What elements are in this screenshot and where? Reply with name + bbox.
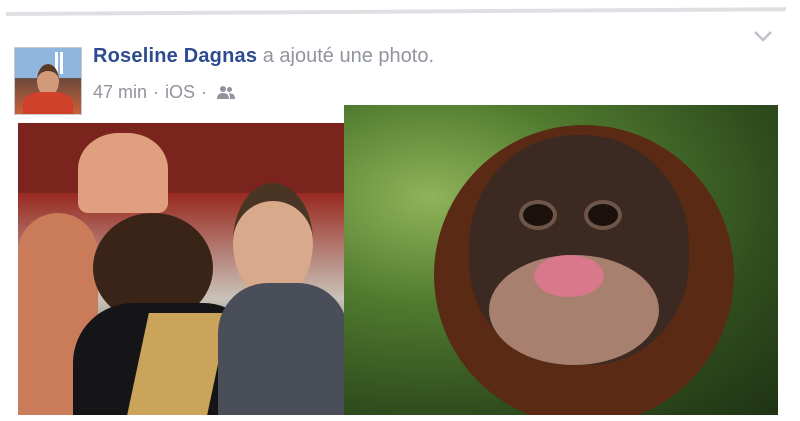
card-top-border bbox=[6, 7, 787, 16]
photo-background-benches bbox=[18, 123, 348, 193]
meta-separator: · bbox=[153, 82, 160, 102]
friends-icon[interactable] bbox=[217, 85, 236, 101]
post-meta: 47 min · iOS · bbox=[93, 82, 236, 103]
post-photo[interactable] bbox=[18, 105, 778, 415]
post-action-text: a ajouté une photo. bbox=[262, 45, 434, 67]
photo-left-panel bbox=[18, 123, 348, 415]
photo-figure-right-body bbox=[218, 283, 348, 415]
post-timestamp-link[interactable]: 47 min bbox=[93, 82, 147, 103]
post-platform: iOS bbox=[165, 82, 196, 102]
chevron-down-icon[interactable] bbox=[752, 28, 774, 44]
photo-animal-tongue bbox=[534, 255, 604, 297]
photo-animal-eye-left bbox=[519, 200, 557, 230]
photo-figure-back bbox=[78, 133, 168, 213]
author-name-link[interactable]: Roseline Dagnas bbox=[93, 45, 257, 67]
meta-separator: · bbox=[201, 82, 208, 102]
post-header: Roseline Dagnas a ajouté une photo. bbox=[93, 45, 434, 68]
photo-right-panel bbox=[344, 105, 778, 415]
facebook-post-card: Roseline Dagnas a ajouté une photo. 47 m… bbox=[0, 0, 800, 421]
photo-animal-eye-right bbox=[584, 200, 622, 230]
